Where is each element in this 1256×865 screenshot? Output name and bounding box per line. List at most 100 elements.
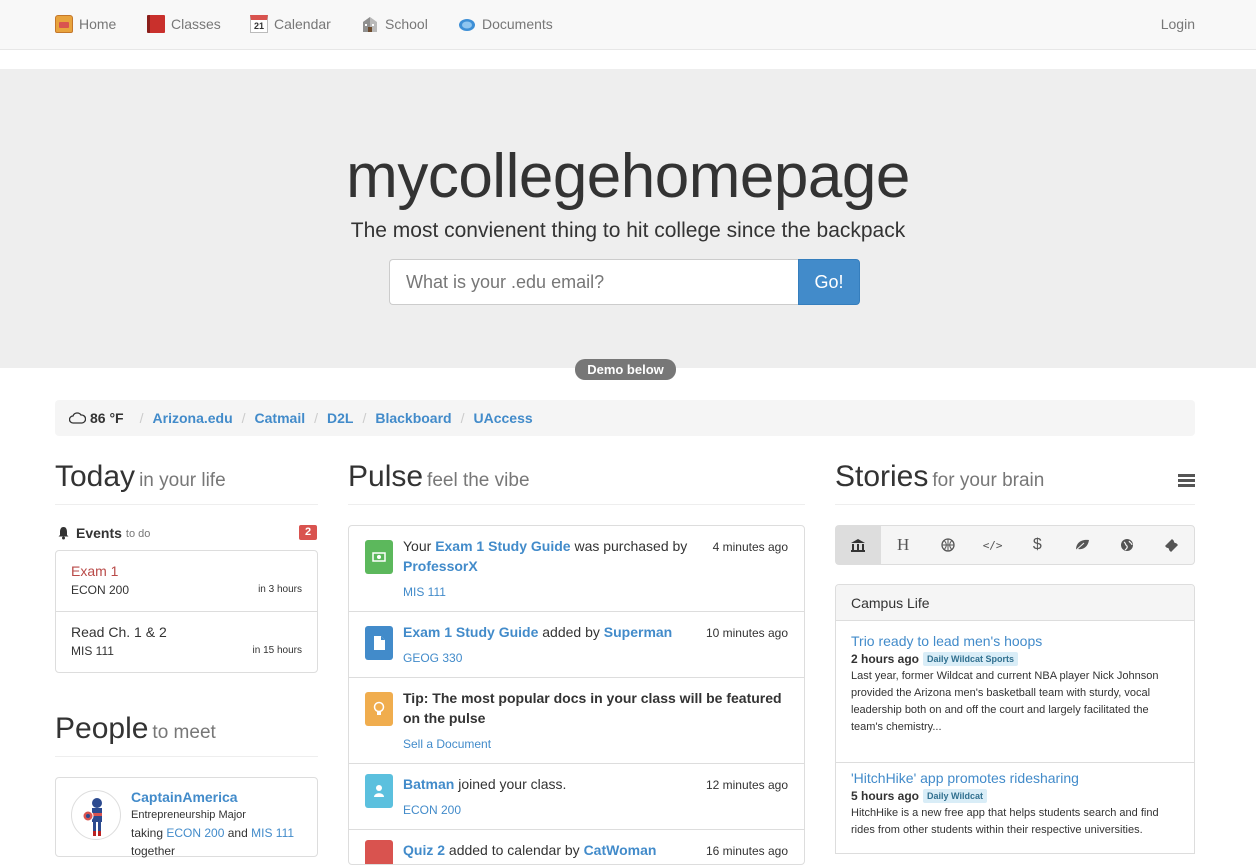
event-item[interactable]: Read Ch. 1 & 2 MIS 111 in 15 hours <box>56 612 317 673</box>
menu-icon[interactable] <box>1178 474 1195 488</box>
events-list: Exam 1 ECON 200 in 3 hours Read Ch. 1 & … <box>55 550 318 673</box>
story-item: 'HitchHike' app promotes ridesharing 5 h… <box>836 770 1194 853</box>
category-world[interactable] <box>1105 526 1150 564</box>
event-title: Read Ch. 1 & 2 <box>71 624 167 640</box>
person-course-link[interactable]: MIS 111 <box>251 826 294 840</box>
nav-home[interactable]: Home <box>55 15 116 33</box>
pulse-time: 16 minutes ago <box>705 844 788 858</box>
nav-documents[interactable]: Documents <box>458 15 553 33</box>
category-campus[interactable] <box>836 526 881 564</box>
divider <box>55 504 318 505</box>
person-course-link[interactable]: ECON 200 <box>166 826 224 840</box>
events-header: Events to do <box>57 525 317 541</box>
building-icon <box>361 15 379 33</box>
pulse-item: Your Exam 1 Study Guide was purchased by… <box>349 526 804 612</box>
document-icon <box>365 626 393 660</box>
crumb-separator: / <box>362 410 367 426</box>
today-subtitle: in your life <box>139 470 226 491</box>
nav-calendar[interactable]: 21 Calendar <box>250 15 331 33</box>
pulse-text: added to calendar by <box>448 842 580 858</box>
pulse-item: Exam 1 Study Guide added by Superman 10 … <box>349 612 804 678</box>
captain-america-avatar-icon <box>82 798 102 836</box>
site-title: mycollegehomepage <box>346 142 910 211</box>
category-headlines[interactable]: H <box>881 526 926 564</box>
ticket-icon <box>1165 538 1179 552</box>
crumb-separator: / <box>314 410 318 426</box>
link-blackboard[interactable]: Blackboard <box>375 410 451 426</box>
category-business[interactable]: $ <box>1015 526 1060 564</box>
dollar-icon: $ <box>1032 536 1042 553</box>
today-heading: Today in your life <box>55 460 226 494</box>
login-link[interactable]: Login <box>1161 16 1195 32</box>
class-link[interactable]: MIS 111 <box>403 585 446 599</box>
stories-heading: Stories for your brain <box>835 460 1044 494</box>
class-link[interactable]: GEOG 330 <box>403 651 462 665</box>
go-button[interactable]: Go! <box>798 259 860 305</box>
story-time: 2 hours ago <box>851 652 920 666</box>
user-link[interactable]: CatWoman <box>584 842 657 858</box>
nav-home-label: Home <box>79 16 117 32</box>
avatar[interactable] <box>71 790 121 840</box>
backpack-icon <box>55 15 73 33</box>
navbar: Home Classes 21 Calendar School Document… <box>0 0 1256 50</box>
pulse-heading: Pulse feel the vibe <box>348 460 530 494</box>
pulse-feed: Your Exam 1 Study Guide was purchased by… <box>348 525 805 865</box>
hero-jumbotron: mycollegehomepage The most convienent th… <box>0 69 1256 368</box>
person-major: Entrepreneurship Major <box>131 809 246 821</box>
category-tech[interactable]: </> <box>970 526 1015 564</box>
link-uaccess[interactable]: UAccess <box>473 410 532 426</box>
person-card: CaptainAmerica Entrepreneurship Major ta… <box>55 777 318 858</box>
pulse-tip: Tip: The most popular docs in your class… <box>403 690 782 726</box>
code-icon: </> <box>982 538 1003 552</box>
basketball-icon <box>941 538 955 552</box>
link-arizona-edu[interactable]: Arizona.edu <box>153 410 233 426</box>
story-title-link[interactable]: 'HitchHike' app promotes ridesharing <box>851 770 1079 786</box>
campus-life-panel: Campus Life Trio ready to lead men's hoo… <box>835 584 1195 854</box>
pulse-title: Pulse <box>348 460 424 493</box>
pulse-text: Your <box>403 538 432 554</box>
crumb-separator: / <box>139 410 144 426</box>
class-link[interactable]: ECON 200 <box>403 803 461 817</box>
nav-documents-label: Documents <box>482 16 553 32</box>
link-catmail[interactable]: Catmail <box>255 410 306 426</box>
person-more: together <box>131 844 176 858</box>
cloud-icon <box>458 15 476 33</box>
story-category-bar: H </> $ <box>835 525 1195 565</box>
lightbulb-icon <box>365 692 393 726</box>
story-description: HitchHike is a new free app that helps s… <box>851 807 1159 836</box>
sell-document-link[interactable]: Sell a Document <box>403 737 491 751</box>
money-icon <box>365 540 393 574</box>
category-environment[interactable] <box>1060 526 1105 564</box>
user-link[interactable]: Batman <box>403 776 454 792</box>
nav-school[interactable]: School <box>361 15 428 33</box>
pulse-subtitle: feel the vibe <box>427 470 530 491</box>
link-d2l[interactable]: D2L <box>327 410 353 426</box>
category-entertainment[interactable] <box>1149 526 1194 564</box>
globe-icon <box>1120 539 1133 551</box>
calendar-icon <box>365 840 393 864</box>
email-input[interactable] <box>389 259 799 305</box>
people-heading: People to meet <box>55 712 216 746</box>
temperature: 86 °F <box>90 410 124 426</box>
user-link[interactable]: Superman <box>604 624 672 640</box>
calendar-icon: 21 <box>250 15 268 33</box>
document-link[interactable]: Exam 1 Study Guide <box>435 538 570 554</box>
leaf-icon <box>1074 539 1090 552</box>
cloud-weather-icon <box>69 412 86 424</box>
divider <box>55 756 318 757</box>
user-link[interactable]: ProfessorX <box>403 558 478 574</box>
story-item: Trio ready to lead men's hoops 2 hours a… <box>836 633 1194 763</box>
nav-classes[interactable]: Classes <box>147 15 221 33</box>
person-name[interactable]: CaptainAmerica <box>131 788 294 806</box>
pulse-item: Tip: The most popular docs in your class… <box>349 678 804 764</box>
event-link[interactable]: Quiz 2 <box>403 842 445 858</box>
user-icon <box>365 774 393 808</box>
demo-below-badge: Demo below <box>575 359 676 380</box>
pulse-text: joined your class. <box>458 776 567 792</box>
events-count-badge: 2 <box>299 525 317 540</box>
document-link[interactable]: Exam 1 Study Guide <box>403 624 538 640</box>
nav-calendar-label: Calendar <box>274 16 331 32</box>
event-item[interactable]: Exam 1 ECON 200 in 3 hours <box>56 551 317 612</box>
story-title-link[interactable]: Trio ready to lead men's hoops <box>851 633 1042 649</box>
category-sports[interactable] <box>926 526 971 564</box>
